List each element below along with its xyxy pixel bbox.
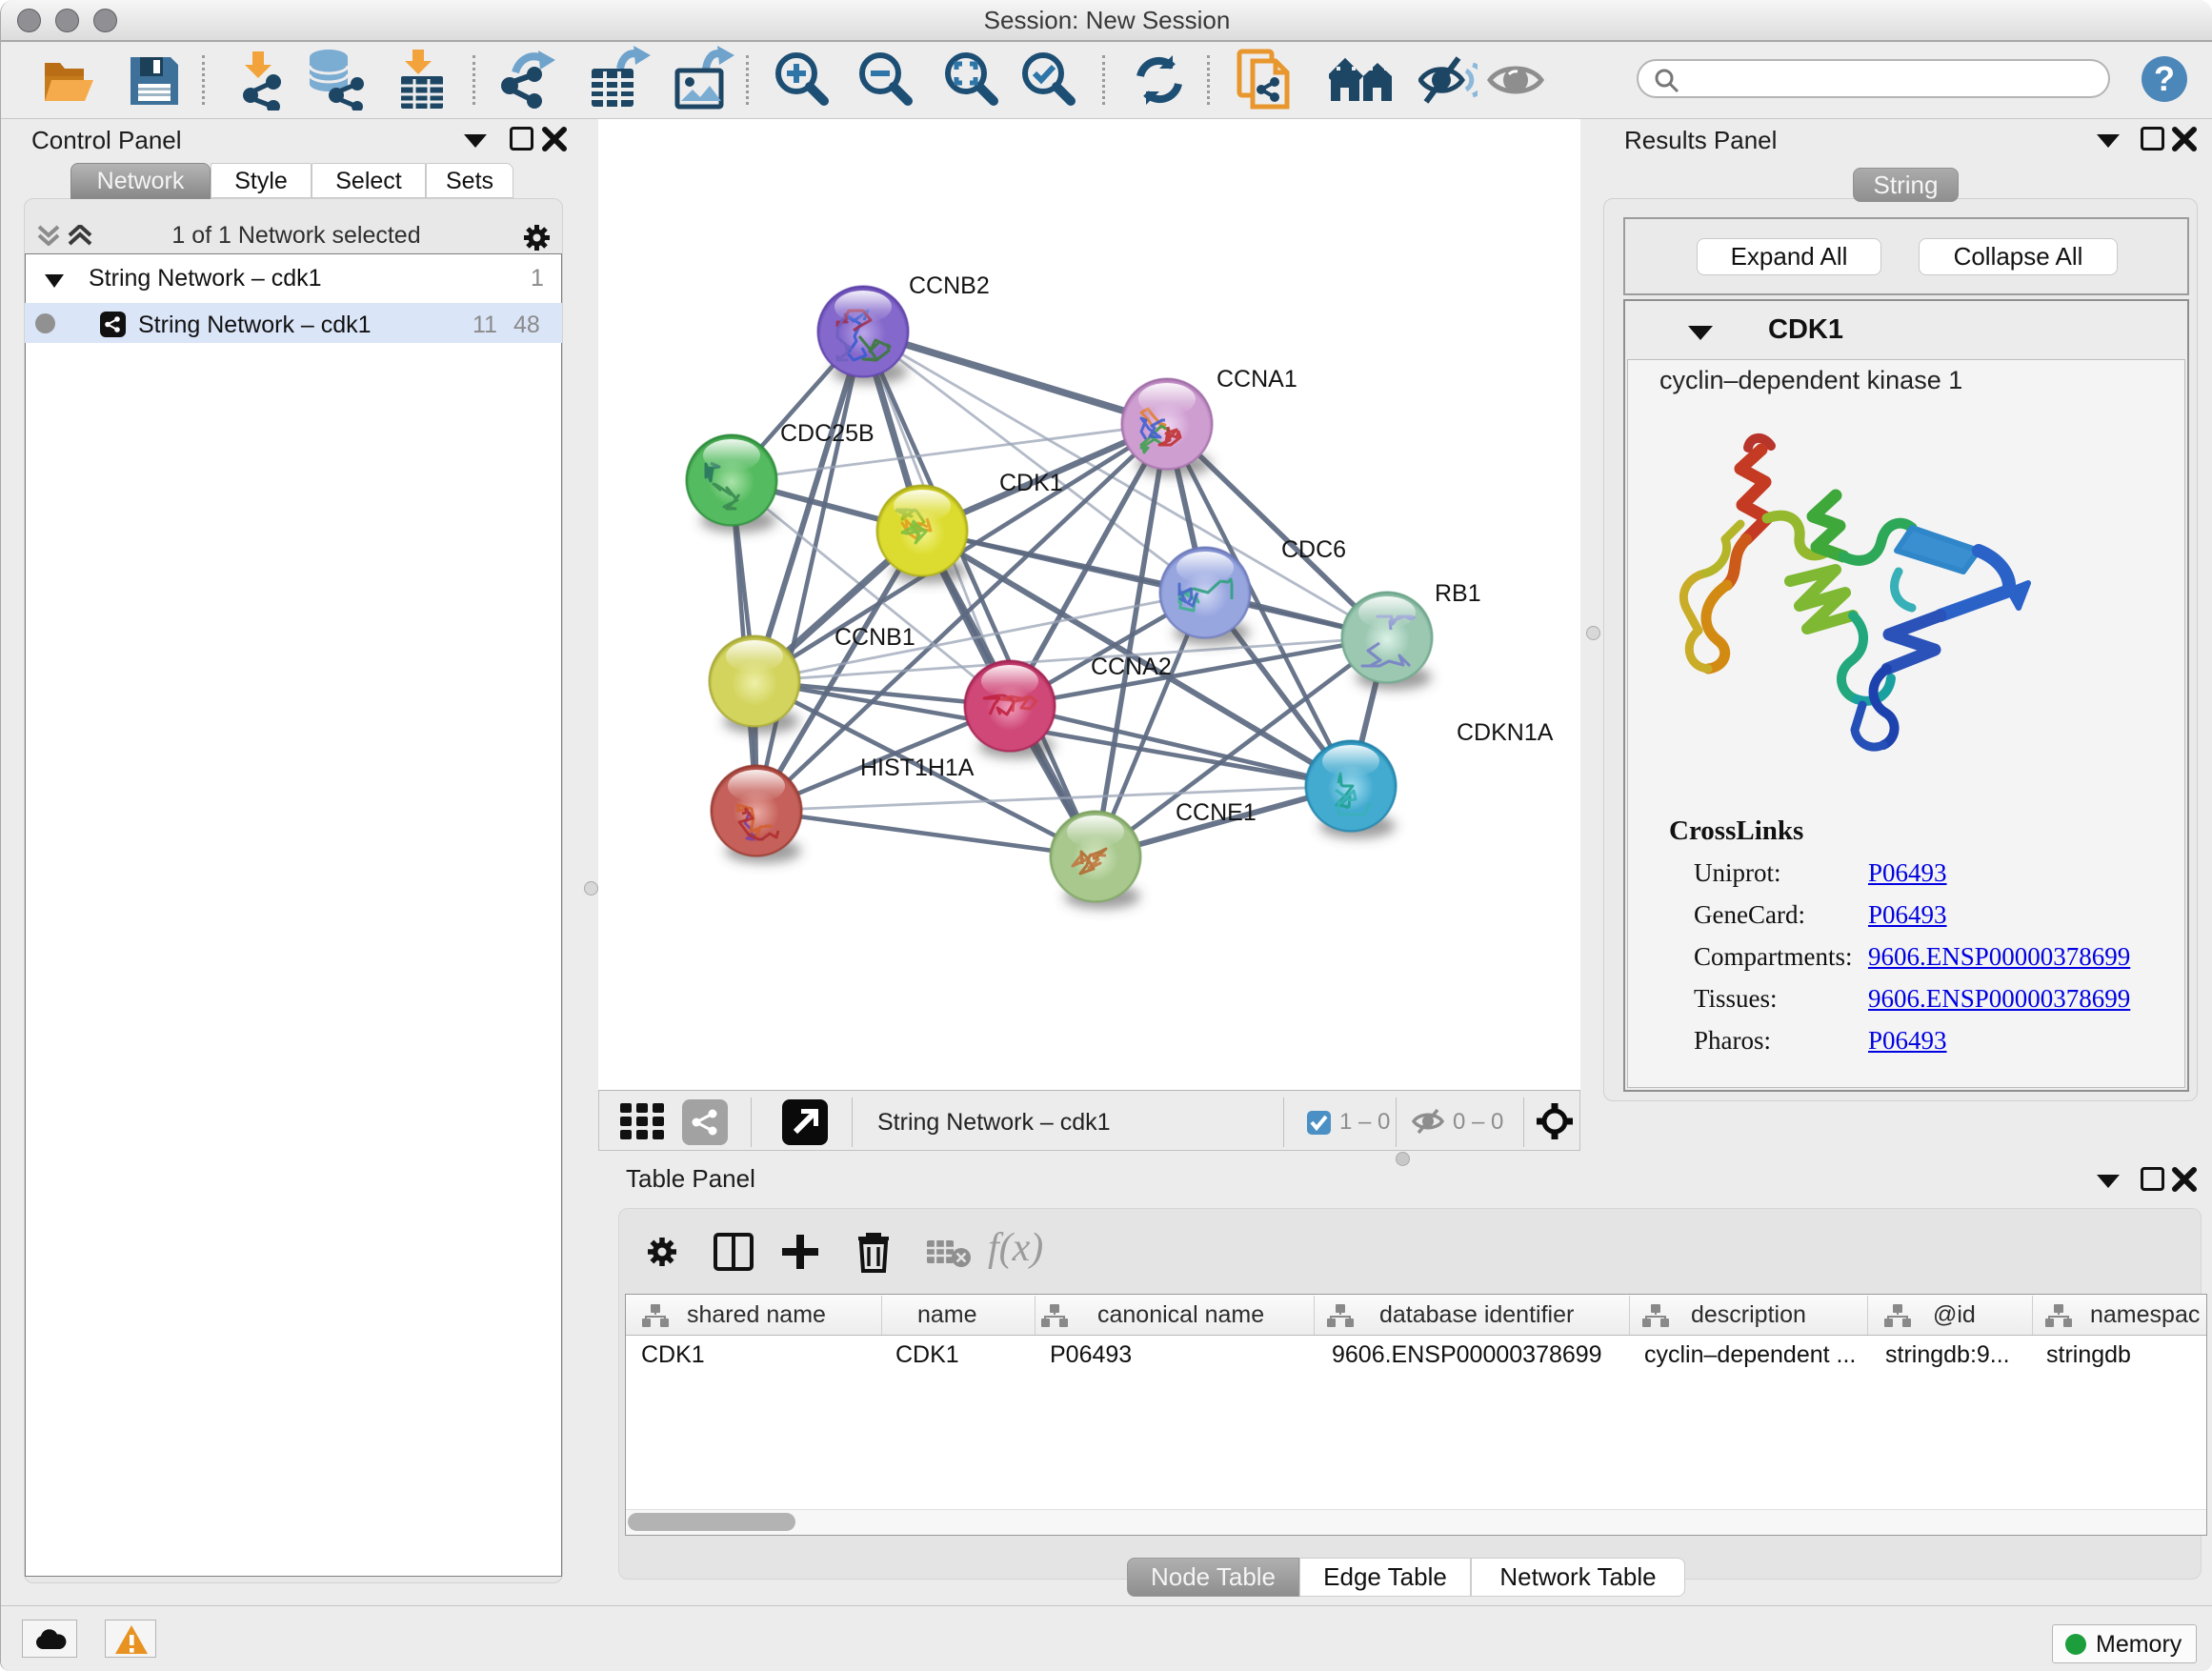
- svg-text:CCNE1: CCNE1: [1176, 799, 1257, 826]
- svg-text:CCNB2: CCNB2: [909, 272, 990, 299]
- svg-text:HIST1H1A: HIST1H1A: [860, 755, 975, 781]
- svg-text:RB1: RB1: [1435, 580, 1481, 607]
- svg-text:CCNB1: CCNB1: [835, 624, 915, 651]
- svg-text:CDC6: CDC6: [1281, 536, 1346, 563]
- svg-text:CDKN1A: CDKN1A: [1457, 719, 1554, 746]
- svg-text:CCNA1: CCNA1: [1217, 366, 1297, 393]
- svg-text:?: ?: [2154, 59, 2175, 98]
- svg-text:CDC25B: CDC25B: [780, 420, 875, 447]
- svg-text:CCNA2: CCNA2: [1091, 654, 1172, 680]
- svg-text:CDK1: CDK1: [999, 470, 1063, 496]
